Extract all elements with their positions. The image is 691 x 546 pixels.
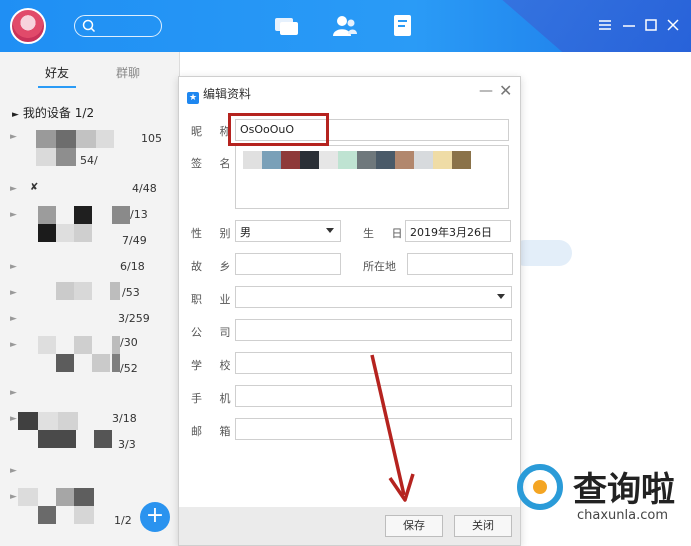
watermark: 查询啦 chaxunla.com	[517, 462, 687, 526]
watermark-logo-icon	[517, 464, 563, 510]
watermark-url: chaxunla.com	[577, 508, 668, 523]
watermark-brand: 查询啦	[573, 470, 675, 510]
